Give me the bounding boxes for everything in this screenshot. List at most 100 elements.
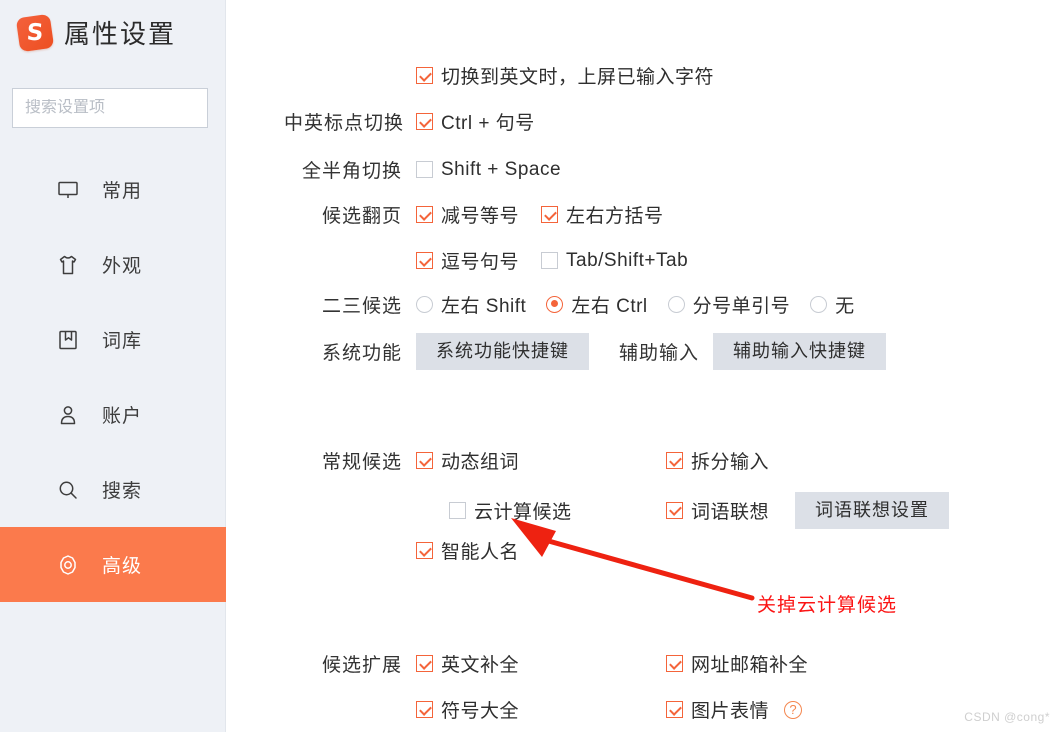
word-association-settings-button[interactable]: 词语联想设置	[795, 492, 950, 529]
page-title: 属性设置	[64, 19, 177, 49]
radio-lr-shift[interactable]: 左右 Shift	[416, 291, 526, 318]
radio-none[interactable]: 无	[810, 291, 855, 318]
option-label: 左右 Shift	[441, 296, 527, 317]
radio-semicolon-quote[interactable]: 分号单引号	[667, 291, 791, 318]
row-general-candidates-3: 智能人名	[284, 537, 519, 564]
checkbox-icon[interactable]	[416, 655, 433, 672]
field-label: 系统功能	[321, 342, 402, 364]
question-circle-icon[interactable]: ?	[784, 700, 803, 719]
sidebar-item-label: 搜索	[102, 481, 143, 502]
option-label: 词语联想	[691, 501, 770, 523]
option-label: 英文补全	[441, 655, 520, 676]
checkbox-icon[interactable]	[666, 452, 683, 469]
monitor-icon	[56, 178, 80, 202]
checkbox-tab-shifttab[interactable]: Tab/Shift+Tab	[541, 250, 688, 272]
sidebar-item-search[interactable]: 搜索	[0, 452, 226, 527]
option-label: 图片表情	[691, 701, 770, 722]
checkbox-symbol-collection[interactable]: 符号大全	[416, 696, 666, 723]
watermark: CSDN @cong*	[964, 710, 1050, 724]
tshirt-icon	[56, 253, 80, 277]
row-punct-switch: 中英标点切换 Ctrl + 句号	[284, 108, 535, 135]
checkbox-cloud-candidate[interactable]: 云计算候选	[449, 497, 699, 524]
sidebar-item-label: 外观	[102, 256, 143, 277]
row-second-third-candidate: 二三候选 左右 Shift 左右 Ctrl 分号单引号 无	[284, 291, 855, 318]
field-label: 候选扩展	[321, 655, 402, 676]
row-candidate-extension-2: 符号大全 图片表情 ?	[284, 696, 803, 723]
assist-input-shortcut-button[interactable]: 辅助输入快捷键	[713, 333, 887, 370]
row-switch-english: 切换到英文时，上屏已输入字符	[416, 62, 714, 89]
sidebar-item-appearance[interactable]: 外观	[0, 227, 226, 302]
checkbox-icon[interactable]	[541, 206, 558, 223]
sidebar-item-label: 高级	[102, 556, 143, 577]
option-label: 分号单引号	[692, 296, 791, 317]
sidebar-item-label: 账户	[102, 406, 143, 427]
sidebar-item-account[interactable]: 账户	[0, 377, 226, 452]
option-label: Shift + Space	[441, 158, 562, 180]
checkbox-ctrl-period[interactable]: Ctrl + 句号	[416, 108, 535, 135]
sidebar-item-dictionary[interactable]: 词库	[0, 302, 226, 377]
checkbox-smart-name[interactable]: 智能人名	[416, 537, 519, 564]
gear-icon	[56, 553, 80, 577]
option-label: Tab/Shift+Tab	[566, 249, 689, 271]
checkbox-icon[interactable]	[666, 501, 683, 519]
row-general-candidates-1: 常规候选 动态组词 拆分输入	[284, 447, 769, 474]
sogou-logo-icon	[15, 13, 55, 52]
sidebar-item-common[interactable]: 常用	[0, 152, 226, 227]
option-label: 无	[835, 296, 855, 317]
option-label: 云计算候选	[474, 501, 572, 523]
option-label: 拆分输入	[691, 452, 770, 473]
row-page-turn-1: 候选翻页 减号等号 左右方括号	[284, 201, 664, 228]
search-box[interactable]	[12, 88, 253, 128]
field-label: 全半角切换	[301, 161, 402, 182]
field-label: 中英标点切换	[284, 113, 405, 134]
checkbox-url-email-complete[interactable]: 网址邮箱补全	[666, 650, 808, 677]
checkbox-english-complete[interactable]: 英文补全	[416, 650, 666, 677]
radio-icon[interactable]	[546, 296, 564, 313]
radio-icon[interactable]	[667, 296, 685, 313]
settings-content: 切换到英文时，上屏已输入字符 中英标点切换 Ctrl + 句号 全半角切换 Sh…	[226, 0, 1060, 732]
annotation-text: 关掉云计算候选	[757, 595, 898, 616]
radio-icon[interactable]	[416, 296, 433, 313]
option-label: 切换到英文时，上屏已输入字符	[441, 67, 715, 88]
checkbox-icon[interactable]	[416, 206, 433, 223]
checkbox-icon[interactable]	[416, 252, 433, 269]
option-label: 智能人名	[441, 542, 520, 563]
checkbox-icon[interactable]	[416, 542, 433, 559]
option-label: Ctrl + 句号	[441, 113, 535, 134]
sidebar-nav: 常用 外观 词库 账户 搜索 高级	[0, 152, 226, 602]
option-label: 符号大全	[441, 701, 520, 722]
checkbox-icon[interactable]	[666, 701, 683, 718]
checkbox-icon[interactable]	[541, 252, 558, 269]
checkbox-icon[interactable]	[416, 452, 433, 469]
option-label: 左右 Ctrl	[571, 296, 648, 317]
radio-lr-ctrl[interactable]: 左右 Ctrl	[546, 291, 647, 318]
checkbox-dynamic-phrase[interactable]: 动态组词	[416, 447, 666, 474]
system-function-shortcut-button[interactable]: 系统功能快捷键	[416, 333, 589, 370]
field-label: 常规候选	[321, 452, 402, 473]
checkbox-shift-space[interactable]: Shift + Space	[416, 159, 561, 181]
checkbox-icon[interactable]	[666, 655, 683, 672]
checkbox-image-emoji[interactable]: 图片表情 ?	[666, 696, 803, 723]
checkbox-icon[interactable]	[416, 67, 433, 84]
checkbox-minus-equal[interactable]: 减号等号	[416, 201, 541, 228]
checkbox-split-input[interactable]: 拆分输入	[666, 447, 769, 474]
checkbox-icon[interactable]	[416, 113, 433, 130]
checkbox-brackets[interactable]: 左右方括号	[541, 201, 664, 228]
sidebar-item-label: 词库	[102, 331, 143, 352]
option-label: 逗号句号	[441, 252, 520, 273]
sidebar-item-advanced[interactable]: 高级	[0, 527, 226, 602]
checkbox-icon[interactable]	[449, 501, 466, 519]
radio-icon[interactable]	[810, 296, 828, 313]
checkbox-icon[interactable]	[416, 701, 433, 718]
checkbox-switch-english[interactable]: 切换到英文时，上屏已输入字符	[416, 62, 714, 89]
row-general-candidates-2: 云计算候选 词语联想 词语联想设置	[284, 492, 950, 529]
user-icon	[56, 403, 80, 427]
dictionary-icon	[56, 328, 80, 352]
checkbox-icon[interactable]	[416, 161, 433, 178]
sidebar: 属性设置 常用	[0, 0, 253, 732]
checkbox-comma-period[interactable]: 逗号句号	[416, 247, 541, 274]
checkbox-word-association[interactable]: 词语联想	[666, 497, 769, 524]
search-input[interactable]	[25, 99, 232, 117]
settings-window: 属性设置 常用	[0, 0, 1060, 732]
option-label: 网址邮箱补全	[691, 655, 809, 676]
